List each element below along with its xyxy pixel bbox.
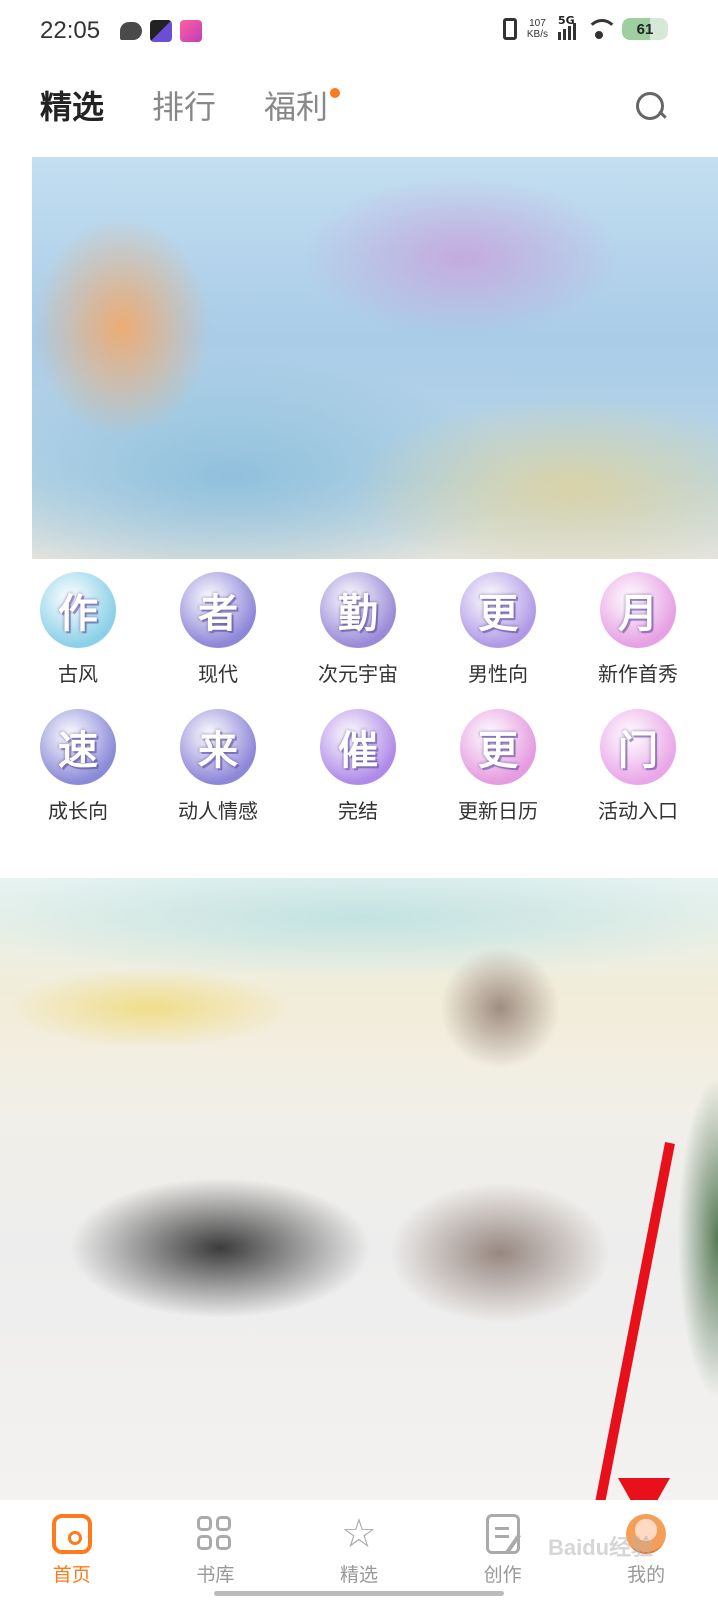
home-icon <box>51 1514 92 1554</box>
category-icon: 催 <box>320 709 396 785</box>
network-speed-unit: KB/s <box>526 29 548 40</box>
network-speed: 107 KB/s <box>527 18 548 40</box>
category-icon: 速 <box>40 709 116 785</box>
nav-home[interactable]: 首页 <box>0 1500 144 1600</box>
category-item[interactable]: 勤次元宇宙 <box>288 572 428 687</box>
category-icon: 来 <box>180 709 256 785</box>
cellular-signal-icon: 5G <box>558 14 576 40</box>
category-item[interactable]: 更男性向 <box>428 572 568 687</box>
chat-notification-icon <box>120 22 142 40</box>
category-item[interactable]: 催完结 <box>288 709 428 824</box>
category-label: 古风 <box>58 662 98 686</box>
status-time: 22:05 <box>40 17 101 44</box>
category-label: 次元宇宙 <box>318 662 398 686</box>
category-icon: 更 <box>460 572 536 648</box>
battery-icon: 61 <box>622 18 668 40</box>
status-indicators: 107 KB/s 5G 61 <box>502 14 668 40</box>
category-label: 现代 <box>198 662 238 686</box>
category-label: 活动入口 <box>598 799 678 823</box>
notification-dot <box>330 88 341 98</box>
tab-ranking[interactable]: 排行 <box>152 82 216 128</box>
search-icon[interactable] <box>636 92 666 122</box>
edit-icon <box>485 1514 520 1554</box>
category-grid: 作古风者现代勤次元宇宙更男性向月新作首秀速成长向来动人情感催完结更更新日历门活动… <box>0 572 718 824</box>
tab-featured[interactable]: 精选 <box>40 82 104 128</box>
grid-icon <box>195 1514 235 1554</box>
category-label: 动人情感 <box>178 799 258 823</box>
category-icon: 门 <box>600 709 676 785</box>
notification-icons <box>120 20 202 42</box>
tab-label: 精选 <box>40 88 105 126</box>
nav-label: 首页 <box>52 1564 91 1586</box>
category-icon: 更 <box>460 709 536 785</box>
nav-label: 精选 <box>339 1564 378 1586</box>
app-notification-icon <box>150 20 172 42</box>
category-icon: 作 <box>40 572 116 648</box>
network-type: 5G <box>558 14 575 27</box>
category-item[interactable]: 者现代 <box>148 572 288 687</box>
category-label: 男性向 <box>468 662 528 686</box>
category-item[interactable]: 更更新日历 <box>428 709 568 824</box>
star-icon: ☆ <box>341 1511 377 1557</box>
network-speed-value: 107 <box>529 18 546 29</box>
category-item[interactable]: 来动人情感 <box>148 709 288 824</box>
tab-label: 福利 <box>264 88 329 126</box>
content-feed[interactable] <box>0 878 718 1500</box>
category-item[interactable]: 月新作首秀 <box>568 572 708 687</box>
vibrate-icon <box>502 18 517 40</box>
category-icon: 者 <box>180 572 256 648</box>
category-item[interactable]: 速成长向 <box>8 709 148 824</box>
category-icon: 勤 <box>320 572 396 648</box>
nav-featured[interactable]: ☆ 精选 <box>287 1500 431 1600</box>
tab-benefits[interactable]: 福利 <box>264 82 341 128</box>
category-icon: 月 <box>600 572 676 648</box>
home-indicator <box>214 1591 504 1596</box>
status-bar: 22:05 107 KB/s 5G 61 <box>0 0 718 64</box>
nav-label: 我的 <box>627 1564 666 1586</box>
category-label: 更新日历 <box>458 799 538 823</box>
wifi-icon <box>586 19 618 39</box>
category-label: 完结 <box>338 799 378 823</box>
nav-label: 书库 <box>196 1564 235 1586</box>
tab-label: 排行 <box>152 88 217 126</box>
nav-library[interactable]: 书库 <box>144 1500 288 1600</box>
top-tabs: 精选 排行 福利 <box>40 82 376 128</box>
category-item[interactable]: 门活动入口 <box>568 709 708 824</box>
category-label: 新作首秀 <box>598 662 678 686</box>
category-item[interactable]: 作古风 <box>8 572 148 687</box>
nav-label: 创作 <box>483 1564 522 1586</box>
app-notification-icon <box>180 20 202 42</box>
banner-carousel[interactable] <box>32 157 718 559</box>
watermark: Baidu经验 <box>548 1535 654 1560</box>
category-label: 成长向 <box>48 799 108 823</box>
